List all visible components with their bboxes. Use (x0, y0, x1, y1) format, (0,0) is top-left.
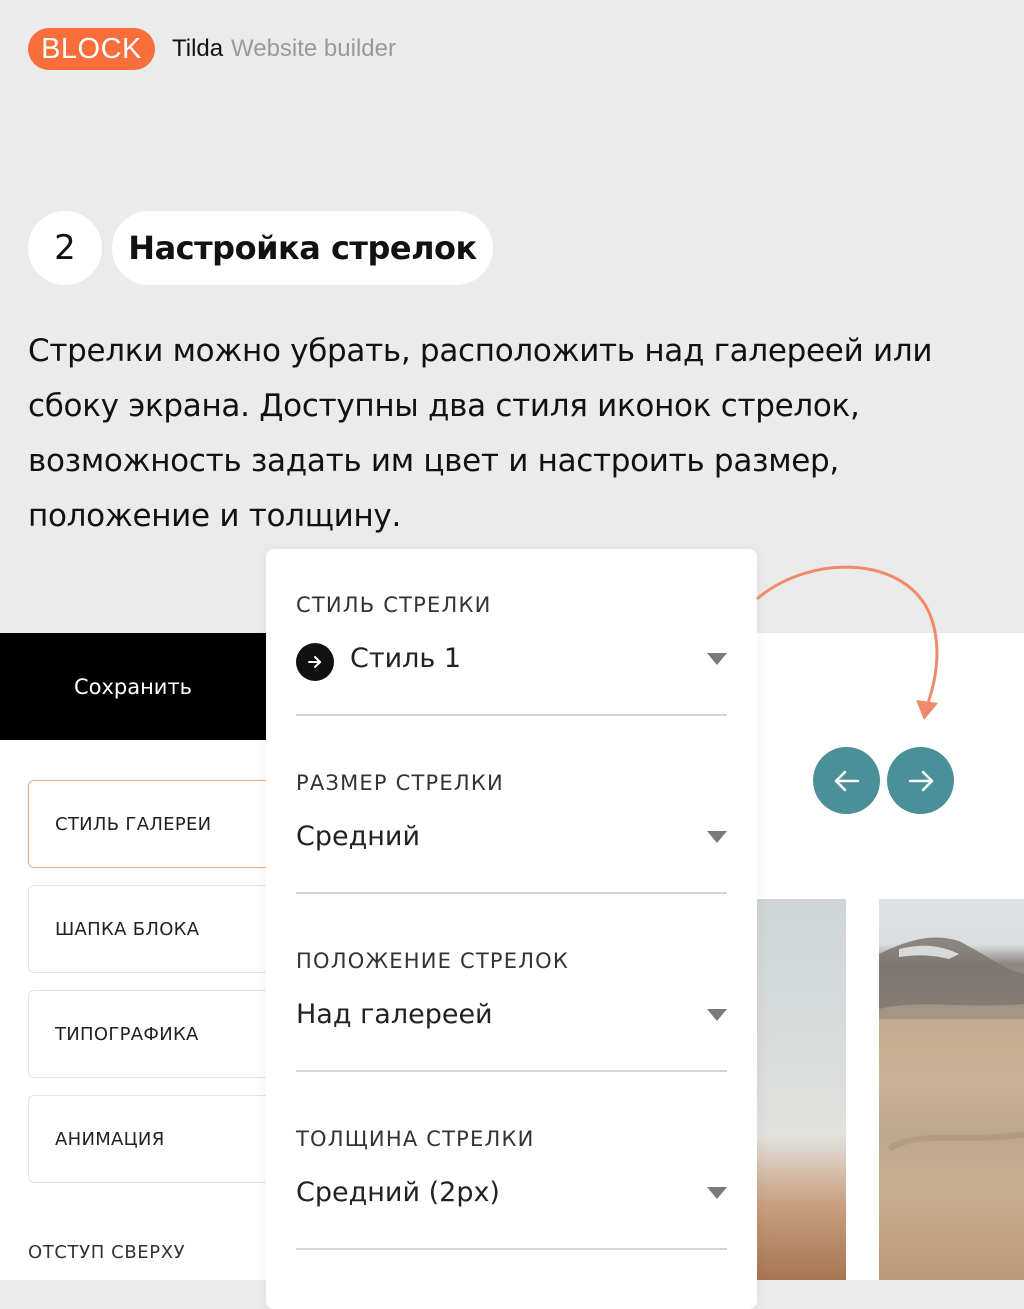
chevron-down-icon (707, 1009, 727, 1021)
chevron-down-icon (707, 1187, 727, 1199)
field-arrow-thickness: ТОЛЩИНА СТРЕЛКИ Средний (2px) (296, 1127, 727, 1250)
section-label-top-padding: ОТСТУП СВЕРХУ (28, 1242, 186, 1263)
select-value: Стиль 1 (350, 643, 462, 674)
brand-tagline: Website builder (231, 35, 396, 62)
menu-item-block-header[interactable]: ШАПКА БЛОКА (28, 885, 268, 973)
menu-item-gallery-style[interactable]: СТИЛЬ ГАЛЕРЕИ (28, 780, 268, 868)
arrow-thickness-select[interactable]: Средний (2px) (296, 1175, 727, 1250)
field-label: ТОЛЩИНА СТРЕЛКИ (296, 1127, 535, 1151)
select-value: Над галереей (296, 999, 493, 1030)
arrow-style-select[interactable]: Стиль 1 (296, 641, 727, 716)
field-label: РАЗМЕР СТРЕЛКИ (296, 771, 504, 795)
gallery-prev-button[interactable] (813, 747, 880, 814)
field-label: СТИЛЬ СТРЕЛКИ (296, 593, 492, 617)
arrow-position-select[interactable]: Над галереей (296, 997, 727, 1072)
select-value: Средний (296, 821, 421, 852)
annotation-curve-arrow (756, 565, 939, 720)
brand-name: Tilda (172, 35, 224, 62)
mountain-shape (879, 937, 1024, 1280)
arrow-left-icon (834, 770, 859, 791)
select-value: Средний (2px) (296, 1177, 500, 1208)
arrow-settings-panel: СТИЛЬ СТРЕЛКИ Стиль 1 РАЗМЕР СТРЕЛКИ Сре… (266, 549, 757, 1309)
arrow-right-icon (908, 770, 933, 791)
step-number: 2 (28, 211, 102, 285)
description-text: Стрелки можно убрать, расположить над га… (28, 333, 933, 534)
field-label: ПОЛОЖЕНИЕ СТРЕЛОК (296, 949, 570, 973)
save-button[interactable]: Сохранить (0, 633, 266, 740)
block-badge: BLOCK (28, 28, 155, 70)
arrow-right-circle-icon (296, 643, 334, 681)
field-arrow-style: СТИЛЬ СТРЕЛКИ Стиль 1 (296, 593, 727, 716)
gallery-photo-mountains (879, 899, 1024, 1280)
gallery-next-button[interactable] (887, 747, 954, 814)
field-arrow-position: ПОЛОЖЕНИЕ СТРЕЛОК Над галереей (296, 949, 727, 1072)
field-arrow-size: РАЗМЕР СТРЕЛКИ Средний (296, 771, 727, 894)
chevron-down-icon (707, 831, 727, 843)
gallery-photo-mist (757, 899, 846, 1280)
menu-item-animation[interactable]: АНИМАЦИЯ (28, 1095, 268, 1183)
step-title: Настройка стрелок (112, 211, 493, 285)
menu-item-typography[interactable]: ТИПОГРАФИКА (28, 990, 268, 1078)
chevron-down-icon (707, 653, 727, 665)
arrow-size-select[interactable]: Средний (296, 819, 727, 894)
